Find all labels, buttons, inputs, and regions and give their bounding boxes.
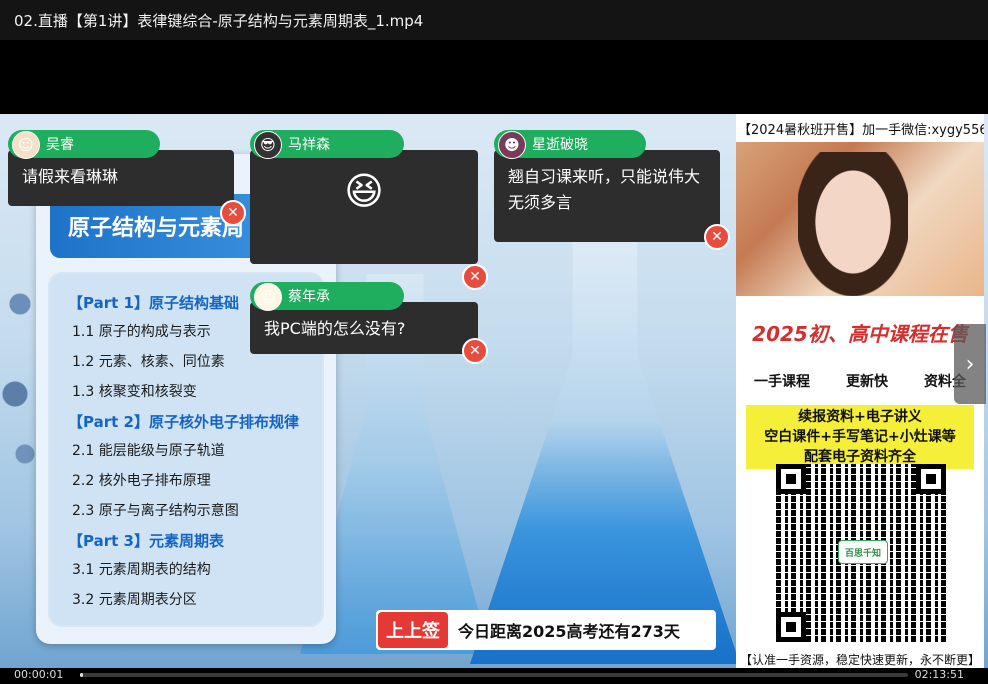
toc-item: 2.1 能层能级与原子轨道 — [72, 443, 225, 459]
chevron-right-icon: › — [965, 351, 975, 377]
promo-header: 【2024暑秋班开售】加一手微信:xygy5566 — [738, 122, 984, 138]
toc-item: 1.3 核聚变和核裂变 — [72, 384, 197, 400]
countdown-banner: 上上签 今日距离2025高考还有273天 — [376, 610, 716, 650]
close-icon[interactable]: ✕ — [220, 200, 246, 226]
presenter-face — [798, 152, 908, 296]
avatar: ☺ — [12, 131, 40, 159]
close-icon[interactable]: ✕ — [462, 338, 488, 364]
promo-features: 一手课程 更新快 资料全 — [736, 371, 984, 391]
chat-name-tag: ☺ 吴睿 — [8, 130, 160, 159]
chat-name-tag: 😎 马祥森 — [250, 130, 404, 159]
chat-username: 星逝破晓 — [532, 137, 588, 153]
chat-username: 吴睿 — [46, 137, 74, 153]
total-time: 02:13:51 — [914, 668, 964, 681]
qr-logo: 百思千知 — [838, 540, 888, 564]
toc-part-2: 【Part 2】原子核外电子排布规律 — [68, 413, 299, 431]
chat-name-tag: ☻ 星逝破晓 — [494, 130, 646, 159]
player-controls: 00:00:01 02:13:51 — [0, 668, 988, 684]
chat-name-tag: ☺ 蔡年承 — [250, 282, 404, 311]
video-frame[interactable]: 原子结构与元素周 【Part 1】原子结构基础 1.1 原子的构成与表示 1.2… — [0, 114, 988, 670]
chat-message: 请假来看琳琳 — [8, 150, 234, 206]
progress-fill — [80, 673, 84, 677]
avatar: 😎 — [254, 131, 282, 159]
toc-part-3: 【Part 3】元素周期表 — [68, 532, 224, 550]
toc-item: 2.2 核外电子排布原理 — [72, 473, 211, 489]
promo-feature: 更新快 — [846, 374, 888, 390]
toc-item: 3.1 元素周期表的结构 — [72, 562, 211, 578]
chat-username: 蔡年承 — [288, 289, 330, 305]
chat-bubble: 😆 😎 马祥森 ✕ — [250, 130, 490, 290]
promo-footer: 【认准一手资源，稳定快速更新，永不断更】 — [740, 653, 981, 667]
current-time: 00:00:01 — [14, 668, 64, 681]
qr-eye — [916, 464, 946, 494]
chat-bubble: 我PC端的怎么没有? ☺ 蔡年承 ✕ — [250, 282, 490, 364]
promo-feature: 一手课程 — [754, 374, 810, 390]
toc-item: 3.2 元素周期表分区 — [72, 592, 197, 608]
chat-bubble: 翘自习课来听，只能说伟大无须多言 ☻ 星逝破晓 ✕ — [494, 130, 730, 250]
promo-title: 2025初、高中课程在售 — [752, 322, 968, 346]
chat-bubble: 请假来看琳琳 ☺ 吴睿 ✕ — [8, 130, 248, 226]
close-icon[interactable]: ✕ — [704, 224, 730, 250]
promo-box: 续报资料+电子讲义 空白课件+手写笔记+小灶课等 配套电子资料齐全 — [746, 405, 974, 469]
flask-big-decoration — [470, 224, 740, 664]
window-title-bar: 02.直播【第1讲】表律键综合-原子结构与元素周期表_1.mp4 — [0, 0, 988, 40]
qr-eye — [776, 464, 806, 494]
window-title: 02.直播【第1讲】表律键综合-原子结构与元素周期表_1.mp4 — [14, 11, 424, 30]
promo-panel: 【2024暑秋班开售】加一手微信:xygy5566 2025初、高中课程在售 一… — [736, 114, 984, 670]
avatar: ☺ — [254, 283, 282, 311]
chat-username: 马祥森 — [288, 137, 330, 153]
qr-code-icon: 百思千知 — [776, 464, 946, 642]
promo-box-line: 空白课件+手写笔记+小灶课等 — [764, 429, 956, 445]
toc-item: 2.3 原子与离子结构示意图 — [72, 503, 239, 519]
sticker-emoji-icon: 😆 — [344, 169, 384, 213]
molecule-decoration — [0, 274, 40, 474]
promo-box-line: 续报资料+电子讲义 — [798, 409, 922, 425]
countdown-logo: 上上签 — [378, 612, 448, 648]
chat-sticker: 😆 — [250, 150, 478, 264]
countdown-text: 今日距离2025高考还有273天 — [458, 622, 680, 641]
progress-bar[interactable] — [80, 673, 908, 677]
avatar: ☻ — [498, 131, 526, 159]
qr-eye — [776, 612, 806, 642]
chat-message: 翘自习课来听，只能说伟大无须多言 — [494, 150, 720, 242]
presenter-video — [736, 142, 984, 296]
next-chevron-button[interactable]: › — [954, 324, 986, 404]
